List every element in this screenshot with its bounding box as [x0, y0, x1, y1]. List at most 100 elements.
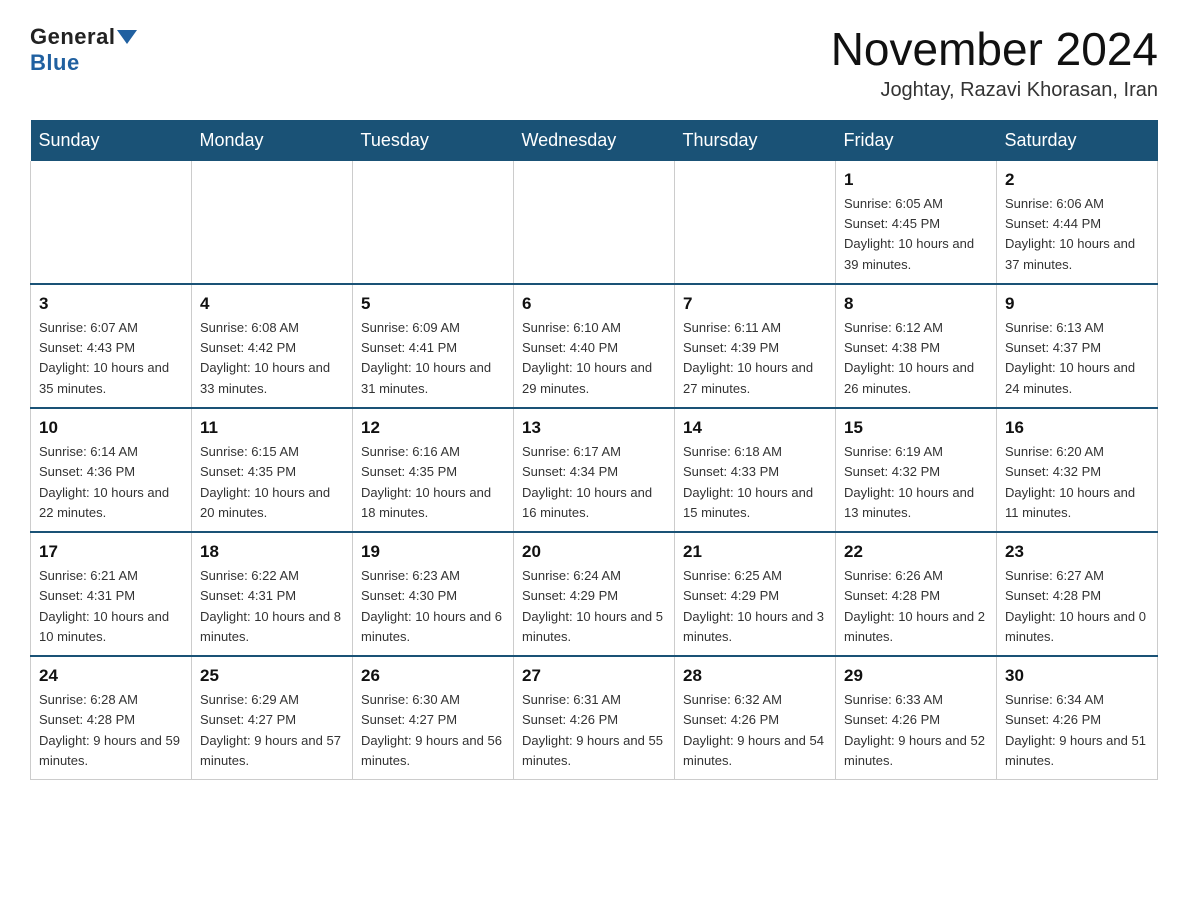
- page-header: General Blue November 2024 Joghtay, Raza…: [30, 24, 1158, 102]
- day-number: 8: [844, 291, 988, 317]
- table-row: 10Sunrise: 6:14 AMSunset: 4:36 PMDayligh…: [31, 408, 192, 532]
- day-number: 20: [522, 539, 666, 565]
- table-row: 28 Sunrise: 6:32 AMSunset: 4:26 PMDayligh…: [675, 656, 836, 780]
- table-row: 14 Sunrise: 6:18 AMSunset: 4:33 PMDayligh…: [675, 408, 836, 532]
- day-number: 24: [39, 663, 183, 689]
- day-number: 2: [1005, 167, 1149, 193]
- table-row: 4Sunrise: 6:08 AMSunset: 4:42 PMDaylight…: [192, 284, 353, 408]
- day-info: Sunrise: 6:18 AMSunset: 4:33 PMDaylight:…: [683, 444, 813, 519]
- table-row: 29 Sunrise: 6:33 AMSunset: 4:26 PMDayligh…: [836, 656, 997, 780]
- table-row: 3 Sunrise: 6:07 AMSunset: 4:43 PMDaylight…: [31, 284, 192, 408]
- table-row: 25 Sunrise: 6:29 AMSunset: 4:27 PMDayligh…: [192, 656, 353, 780]
- day-info: Sunrise: 6:09 AMSunset: 4:41 PMDaylight:…: [361, 320, 491, 395]
- table-row: 9 Sunrise: 6:13 AMSunset: 4:37 PMDaylight…: [997, 284, 1158, 408]
- table-row: 16 Sunrise: 6:20 AMSunset: 4:32 PMDayligh…: [997, 408, 1158, 532]
- day-number: 18: [200, 539, 344, 565]
- day-info: Sunrise: 6:24 AMSunset: 4:29 PMDaylight:…: [522, 568, 663, 643]
- table-row: 17 Sunrise: 6:21 AMSunset: 4:31 PMDayligh…: [31, 532, 192, 656]
- day-number: 16: [1005, 415, 1149, 441]
- logo-triangle-icon: [117, 30, 137, 44]
- table-row: [192, 161, 353, 284]
- table-row: 18Sunrise: 6:22 AMSunset: 4:31 PMDayligh…: [192, 532, 353, 656]
- day-number: 9: [1005, 291, 1149, 317]
- day-number: 26: [361, 663, 505, 689]
- day-number: 1: [844, 167, 988, 193]
- day-info: Sunrise: 6:26 AMSunset: 4:28 PMDaylight:…: [844, 568, 985, 643]
- table-row: 23 Sunrise: 6:27 AMSunset: 4:28 PMDayligh…: [997, 532, 1158, 656]
- day-info: Sunrise: 6:27 AMSunset: 4:28 PMDaylight:…: [1005, 568, 1146, 643]
- calendar-week-row: 17 Sunrise: 6:21 AMSunset: 4:31 PMDayligh…: [31, 532, 1158, 656]
- day-number: 28: [683, 663, 827, 689]
- day-number: 21: [683, 539, 827, 565]
- day-info: Sunrise: 6:11 AMSunset: 4:39 PMDaylight:…: [683, 320, 813, 395]
- table-row: 7 Sunrise: 6:11 AMSunset: 4:39 PMDaylight…: [675, 284, 836, 408]
- col-sunday: Sunday: [31, 120, 192, 161]
- day-info: Sunrise: 6:20 AMSunset: 4:32 PMDaylight:…: [1005, 444, 1135, 519]
- col-monday: Monday: [192, 120, 353, 161]
- day-info: Sunrise: 6:12 AMSunset: 4:38 PMDaylight:…: [844, 320, 974, 395]
- table-row: [31, 161, 192, 284]
- calendar-table: Sunday Monday Tuesday Wednesday Thursday…: [30, 120, 1158, 780]
- calendar-week-row: 3 Sunrise: 6:07 AMSunset: 4:43 PMDaylight…: [31, 284, 1158, 408]
- day-info: Sunrise: 6:33 AMSunset: 4:26 PMDaylight:…: [844, 692, 985, 767]
- table-row: 24 Sunrise: 6:28 AMSunset: 4:28 PMDayligh…: [31, 656, 192, 780]
- day-number: 12: [361, 415, 505, 441]
- day-info: Sunrise: 6:19 AMSunset: 4:32 PMDaylight:…: [844, 444, 974, 519]
- calendar-week-row: 10Sunrise: 6:14 AMSunset: 4:36 PMDayligh…: [31, 408, 1158, 532]
- table-row: 6Sunrise: 6:10 AMSunset: 4:40 PMDaylight…: [514, 284, 675, 408]
- day-number: 19: [361, 539, 505, 565]
- logo-general-text: General: [30, 24, 115, 50]
- col-friday: Friday: [836, 120, 997, 161]
- logo: General Blue: [30, 24, 137, 76]
- col-wednesday: Wednesday: [514, 120, 675, 161]
- day-number: 30: [1005, 663, 1149, 689]
- day-info: Sunrise: 6:21 AMSunset: 4:31 PMDaylight:…: [39, 568, 169, 643]
- day-number: 5: [361, 291, 505, 317]
- day-number: 15: [844, 415, 988, 441]
- day-number: 7: [683, 291, 827, 317]
- title-block: November 2024 Joghtay, Razavi Khorasan, …: [831, 24, 1158, 102]
- table-row: [514, 161, 675, 284]
- day-info: Sunrise: 6:34 AMSunset: 4:26 PMDaylight:…: [1005, 692, 1146, 767]
- day-info: Sunrise: 6:13 AMSunset: 4:37 PMDaylight:…: [1005, 320, 1135, 395]
- day-number: 25: [200, 663, 344, 689]
- calendar-header-row: Sunday Monday Tuesday Wednesday Thursday…: [31, 120, 1158, 161]
- table-row: 1 Sunrise: 6:05 AMSunset: 4:45 PMDaylight…: [836, 161, 997, 284]
- day-info: Sunrise: 6:16 AMSunset: 4:35 PMDaylight:…: [361, 444, 491, 519]
- day-info: Sunrise: 6:05 AMSunset: 4:45 PMDaylight:…: [844, 196, 974, 271]
- day-info: Sunrise: 6:29 AMSunset: 4:27 PMDaylight:…: [200, 692, 341, 767]
- day-number: 22: [844, 539, 988, 565]
- table-row: 11 Sunrise: 6:15 AMSunset: 4:35 PMDayligh…: [192, 408, 353, 532]
- day-info: Sunrise: 6:28 AMSunset: 4:28 PMDaylight:…: [39, 692, 180, 767]
- table-row: 21Sunrise: 6:25 AMSunset: 4:29 PMDayligh…: [675, 532, 836, 656]
- calendar-week-row: 24 Sunrise: 6:28 AMSunset: 4:28 PMDayligh…: [31, 656, 1158, 780]
- day-info: Sunrise: 6:32 AMSunset: 4:26 PMDaylight:…: [683, 692, 824, 767]
- day-info: Sunrise: 6:06 AMSunset: 4:44 PMDaylight:…: [1005, 196, 1135, 271]
- day-number: 27: [522, 663, 666, 689]
- day-info: Sunrise: 6:15 AMSunset: 4:35 PMDaylight:…: [200, 444, 330, 519]
- day-number: 3: [39, 291, 183, 317]
- day-number: 11: [200, 415, 344, 441]
- day-number: 23: [1005, 539, 1149, 565]
- day-number: 6: [522, 291, 666, 317]
- table-row: 13Sunrise: 6:17 AMSunset: 4:34 PMDayligh…: [514, 408, 675, 532]
- table-row: 26Sunrise: 6:30 AMSunset: 4:27 PMDayligh…: [353, 656, 514, 780]
- table-row: 8 Sunrise: 6:12 AMSunset: 4:38 PMDaylight…: [836, 284, 997, 408]
- col-saturday: Saturday: [997, 120, 1158, 161]
- day-number: 17: [39, 539, 183, 565]
- day-info: Sunrise: 6:07 AMSunset: 4:43 PMDaylight:…: [39, 320, 169, 395]
- table-row: 12 Sunrise: 6:16 AMSunset: 4:35 PMDayligh…: [353, 408, 514, 532]
- month-title: November 2024: [831, 24, 1158, 75]
- location: Joghtay, Razavi Khorasan, Iran: [831, 79, 1158, 102]
- day-info: Sunrise: 6:14 AMSunset: 4:36 PMDaylight:…: [39, 444, 169, 519]
- table-row: [353, 161, 514, 284]
- day-number: 29: [844, 663, 988, 689]
- day-number: 14: [683, 415, 827, 441]
- table-row: 22 Sunrise: 6:26 AMSunset: 4:28 PMDayligh…: [836, 532, 997, 656]
- table-row: 30 Sunrise: 6:34 AMSunset: 4:26 PMDayligh…: [997, 656, 1158, 780]
- day-info: Sunrise: 6:31 AMSunset: 4:26 PMDaylight:…: [522, 692, 663, 767]
- table-row: 27 Sunrise: 6:31 AMSunset: 4:26 PMDayligh…: [514, 656, 675, 780]
- table-row: 15 Sunrise: 6:19 AMSunset: 4:32 PMDayligh…: [836, 408, 997, 532]
- table-row: [675, 161, 836, 284]
- col-tuesday: Tuesday: [353, 120, 514, 161]
